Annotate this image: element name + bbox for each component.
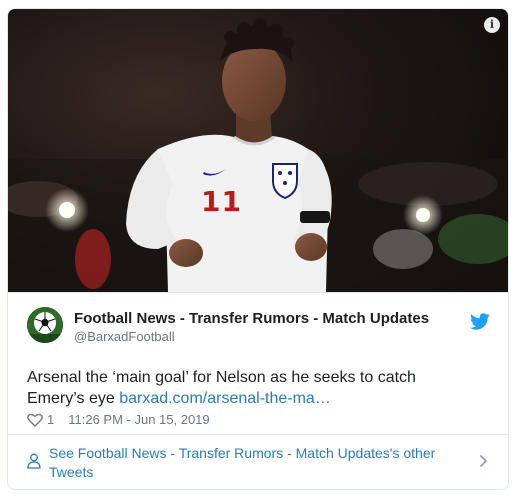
tweet-meta: 1 11:26 PM - Jun 15, 2019 bbox=[27, 412, 210, 427]
tweet-body: Football News - Transfer Rumors - Match … bbox=[8, 292, 508, 428]
soccer-ball-icon bbox=[27, 307, 63, 343]
tweet-photo[interactable]: 11 i bbox=[8, 9, 508, 292]
tweet-link[interactable]: barxad.com/arsenal-the-ma… bbox=[119, 390, 331, 407]
author-avatar[interactable] bbox=[27, 307, 63, 343]
author-handle[interactable]: @BarxadFootball bbox=[74, 329, 175, 344]
tweet-text-line2: Emery’s eye bbox=[27, 390, 120, 407]
see-other-tweets-link[interactable]: See Football News - Transfer Rumors - Ma… bbox=[8, 434, 508, 489]
player-photo-illustration bbox=[8, 18, 508, 292]
like-heart-icon[interactable] bbox=[27, 413, 43, 427]
like-count[interactable]: 1 bbox=[47, 412, 54, 427]
chevron-right-icon bbox=[479, 454, 488, 473]
jersey-number: 11 bbox=[201, 185, 242, 218]
person-icon bbox=[27, 453, 41, 474]
embedded-tweet-card: 11 i Football News - Transfer Rumors - M… bbox=[7, 8, 509, 490]
twitter-bird-icon[interactable] bbox=[469, 313, 490, 335]
tweet-text-line1: Arsenal the ‘main goal’ for Nelson as he… bbox=[27, 369, 416, 386]
see-other-tweets-text[interactable]: See Football News - Transfer Rumors - Ma… bbox=[49, 444, 459, 482]
author-name[interactable]: Football News - Transfer Rumors - Match … bbox=[74, 310, 429, 327]
tweet-timestamp[interactable]: 11:26 PM - Jun 15, 2019 bbox=[68, 412, 209, 427]
tweet-text: Arsenal the ‘main goal’ for Nelson as he… bbox=[27, 367, 487, 409]
info-icon[interactable]: i bbox=[484, 17, 500, 33]
